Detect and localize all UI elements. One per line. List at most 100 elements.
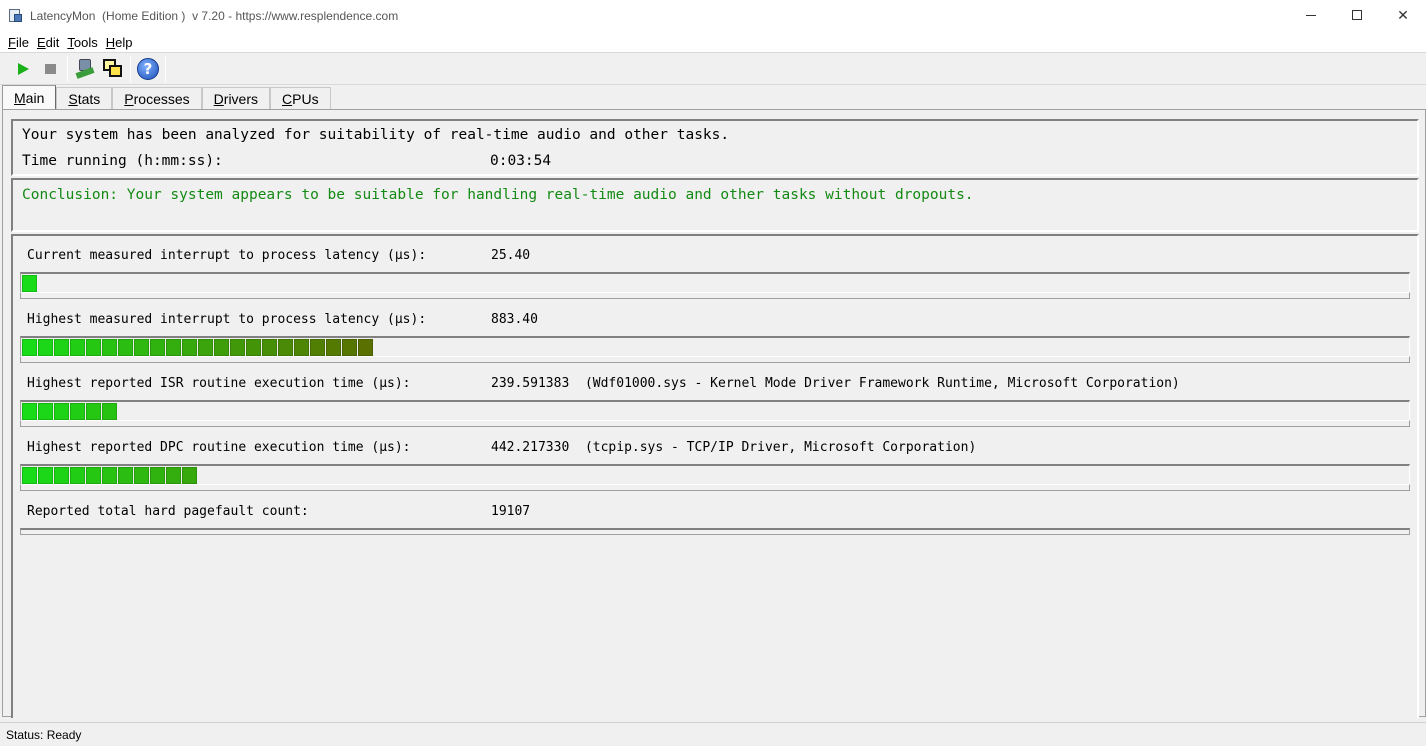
bar-segment [150, 339, 165, 356]
app-name: LatencyMon [30, 9, 96, 23]
metric-label-isr-time: Highest reported ISR routine execution t… [27, 376, 411, 391]
menu-bar: File Edit Tools Help [0, 32, 1426, 53]
app-version-url: v 7.20 - https://www.resplendence.com [192, 9, 399, 23]
bar-segment [38, 403, 53, 420]
bar-segment [102, 467, 117, 484]
bar-segment [54, 403, 69, 420]
bar-segment [230, 339, 245, 356]
close-icon: ✕ [1397, 6, 1409, 23]
bar-segment [182, 467, 197, 484]
conclusion-panel: Conclusion: Your system appears to be su… [11, 178, 1419, 232]
close-button[interactable]: ✕ [1380, 0, 1426, 30]
minimize-button[interactable] [1288, 0, 1334, 30]
maximize-icon [1352, 10, 1362, 20]
bar-segment [198, 339, 213, 356]
bar-segment [86, 467, 101, 484]
metrics-panel: Current measured interrupt to process la… [11, 234, 1419, 718]
play-icon [18, 63, 29, 75]
bar-segment [102, 403, 117, 420]
highest-latency-bar-fill [22, 339, 374, 356]
tab-main[interactable]: Main [2, 85, 57, 109]
menu-tools[interactable]: Tools [66, 35, 98, 50]
bar-segment [70, 339, 85, 356]
tools-icon [74, 58, 96, 80]
bar-segment [38, 339, 53, 356]
time-running-label: Time running (h:mm:ss): [22, 153, 223, 169]
start-button[interactable] [8, 55, 36, 83]
bar-segment [278, 339, 293, 356]
tab-stats[interactable]: Stats [56, 87, 113, 109]
status-bar: Status: Ready [0, 722, 1426, 746]
tab-processes[interactable]: Processes [112, 87, 202, 109]
windows-button[interactable] [99, 55, 127, 83]
bar-segment [54, 339, 69, 356]
maximize-button[interactable] [1334, 0, 1380, 30]
help-button[interactable]: ? [134, 55, 162, 83]
menu-edit[interactable]: Edit [36, 35, 60, 50]
dpc-time-bar [20, 464, 1410, 491]
bar-segment [246, 339, 261, 356]
summary-panel: Your system has been analyzed for suitab… [11, 119, 1419, 176]
windows-icon [102, 58, 124, 80]
bar-segment [54, 467, 69, 484]
minimize-icon [1306, 14, 1316, 16]
bar-segment [294, 339, 309, 356]
bar-segment [326, 339, 341, 356]
window-controls: ✕ [1288, 0, 1426, 32]
menu-file[interactable]: File [7, 35, 30, 50]
window-title: LatencyMon (Home Edition ) v 7.20 - http… [30, 9, 398, 23]
summary-text: Your system has been analyzed for suitab… [22, 127, 730, 143]
bar-segment [22, 403, 37, 420]
conclusion-text: Conclusion: Your system appears to be su… [22, 187, 974, 203]
stop-icon [44, 64, 56, 74]
isr-time-bar-fill [22, 403, 118, 420]
bar-segment [86, 339, 101, 356]
bar-segment [22, 467, 37, 484]
bar-segment [22, 275, 37, 292]
main-panel: Your system has been analyzed for suitab… [2, 109, 1426, 718]
dpc-driver-detail: (tcpip.sys - TCP/IP Driver, Microsoft Co… [584, 440, 977, 455]
bar-segment [102, 339, 117, 356]
metric-value-isr-time: 239.591383 (Wdf01000.sys - Kernel Mode D… [491, 376, 1180, 391]
toolbar-separator [67, 56, 68, 82]
metric-value-pagefault-count: 19107 [491, 504, 531, 519]
title-bar[interactable]: LatencyMon (Home Edition ) v 7.20 - http… [0, 0, 1426, 32]
tab-strip: Main Stats Processes Drivers C PUs [2, 85, 331, 109]
metric-label-highest-latency: Highest measured interrupt to process la… [27, 312, 427, 327]
tools-button[interactable] [71, 55, 99, 83]
current-latency-bar-fill [22, 275, 38, 292]
app-edition: (Home Edition ) [102, 9, 186, 23]
stop-button[interactable] [36, 55, 64, 83]
bar-segment [118, 467, 133, 484]
pagefault-bar [20, 528, 1410, 535]
isr-driver-detail: (Wdf01000.sys - Kernel Mode Driver Frame… [584, 376, 1180, 391]
metric-label-current-latency: Current measured interrupt to process la… [27, 248, 427, 263]
isr-time-value: 239.591383 [491, 376, 570, 391]
highest-latency-bar [20, 336, 1410, 363]
toolbar: ? [0, 54, 1426, 85]
tab-cpus[interactable]: C PUs [270, 87, 331, 109]
bar-segment [134, 467, 149, 484]
bar-segment [118, 339, 133, 356]
bar-segment [214, 339, 229, 356]
bar-segment [342, 339, 357, 356]
status-text: Status: Ready [6, 727, 82, 742]
dpc-time-bar-fill [22, 467, 198, 484]
current-latency-bar [20, 272, 1410, 299]
time-running-value: 0:03:54 [490, 153, 552, 169]
toolbar-separator [165, 56, 166, 82]
bar-segment [22, 339, 37, 356]
metric-value-current-latency: 25.40 [491, 248, 531, 263]
bar-segment [310, 339, 325, 356]
bar-segment [358, 339, 373, 356]
app-icon [8, 8, 24, 24]
bar-segment [150, 467, 165, 484]
menu-help[interactable]: Help [105, 35, 134, 50]
bar-segment [166, 467, 181, 484]
isr-time-bar [20, 400, 1410, 427]
bar-segment [134, 339, 149, 356]
tab-drivers[interactable]: Drivers [201, 87, 271, 109]
bar-segment [262, 339, 277, 356]
dpc-time-value: 442.217330 [491, 440, 570, 455]
bar-segment [182, 339, 197, 356]
